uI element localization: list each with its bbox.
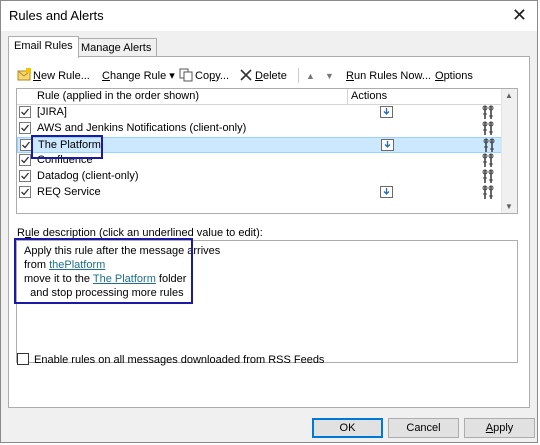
checkmark-icon xyxy=(21,156,30,164)
column-divider xyxy=(347,89,348,104)
close-icon[interactable]: ✕ xyxy=(512,4,527,26)
folder-link[interactable]: The Platform xyxy=(93,273,156,285)
rule-enabled-checkbox[interactable] xyxy=(19,154,31,166)
rule-tools-icon[interactable] xyxy=(482,138,496,153)
rss-checkbox-label: Enable rules on all messages downloaded … xyxy=(34,354,325,366)
copy-rule-button[interactable]: Copy... xyxy=(179,67,229,85)
rule-tools-icon[interactable] xyxy=(481,185,495,200)
rule-row[interactable]: Datadog (client-only) xyxy=(17,169,502,185)
description-line-trigger: Apply this rule after the message arrive… xyxy=(24,245,221,257)
new-rule-button[interactable]: New Rule... xyxy=(17,67,90,85)
new-rule-icon xyxy=(17,68,31,81)
description-line-stop: and stop processing more rules xyxy=(24,287,184,299)
description-line-action: move it to the The Platform folder xyxy=(24,273,187,285)
toolbar-separator xyxy=(298,68,299,83)
rule-enabled-checkbox[interactable] xyxy=(19,186,31,198)
tab-email-rules[interactable]: Email Rules xyxy=(8,36,79,58)
run-rules-now-button[interactable]: Run Rules Now... xyxy=(346,67,431,85)
move-to-folder-icon xyxy=(380,105,393,119)
rule-name: Confluence xyxy=(37,154,93,166)
move-down-icon[interactable]: ▼ xyxy=(325,67,334,85)
move-to-folder-icon xyxy=(380,185,393,199)
checkmark-icon xyxy=(21,124,30,132)
rule-row[interactable]: [JIRA] xyxy=(17,105,502,121)
checkmark-icon xyxy=(21,108,30,116)
rss-rules-option[interactable]: Enable rules on all messages downloaded … xyxy=(17,353,324,366)
rules-and-alerts-dialog: Rules and Alerts ✕ Email Rules Manage Al… xyxy=(0,0,538,443)
rule-tools-icon[interactable] xyxy=(481,121,495,136)
scroll-up-icon[interactable]: ▲ xyxy=(505,91,513,100)
rules-toolbar: New Rule... Change Rule ▾ Copy... Delete… xyxy=(17,65,522,85)
rule-row[interactable]: Confluence xyxy=(17,153,502,169)
rule-name: REQ Service xyxy=(37,186,101,198)
checkmark-icon xyxy=(21,172,30,180)
move-to-folder-icon xyxy=(381,138,394,152)
rule-enabled-checkbox[interactable] xyxy=(19,106,31,118)
rule-description-box: Apply this rule after the message arrive… xyxy=(16,240,518,363)
rule-enabled-checkbox[interactable] xyxy=(19,122,31,134)
rule-enabled-checkbox[interactable] xyxy=(19,170,31,182)
rule-name: [JIRA] xyxy=(37,106,67,118)
rule-name: The Platform xyxy=(38,139,101,151)
rule-name: AWS and Jenkins Notifications (client-on… xyxy=(37,122,247,134)
move-up-icon[interactable]: ▲ xyxy=(306,67,315,85)
ok-button[interactable]: OK xyxy=(312,418,383,438)
rss-checkbox[interactable] xyxy=(17,353,29,365)
rules-list-header: Rule (applied in the order shown) Action… xyxy=(17,89,502,105)
cancel-button[interactable]: Cancel xyxy=(388,418,459,438)
rules-list: Rule (applied in the order shown) Action… xyxy=(16,88,518,214)
column-header-rule[interactable]: Rule (applied in the order shown) xyxy=(37,90,199,103)
checkmark-icon xyxy=(22,141,31,149)
apply-button[interactable]: Apply xyxy=(464,418,535,438)
title-bar: Rules and Alerts ✕ xyxy=(1,1,537,31)
rule-row[interactable]: The Platform xyxy=(17,137,502,153)
scroll-down-icon[interactable]: ▼ xyxy=(505,202,513,211)
rule-tools-icon[interactable] xyxy=(481,153,495,168)
rule-row[interactable]: AWS and Jenkins Notifications (client-on… xyxy=(17,121,502,137)
vertical-scrollbar[interactable]: ▲ ▼ xyxy=(501,89,517,213)
description-line-condition: from thePlatform xyxy=(24,259,106,271)
sender-link[interactable]: thePlatform xyxy=(49,259,105,271)
delete-rule-button[interactable]: Delete xyxy=(239,67,287,85)
rule-tools-icon[interactable] xyxy=(481,105,495,120)
options-button[interactable]: Options xyxy=(435,67,473,85)
checkmark-icon xyxy=(21,188,30,196)
rule-enabled-checkbox[interactable] xyxy=(20,139,32,151)
rule-description-label: Rule description (click an underlined va… xyxy=(17,227,263,239)
column-header-actions[interactable]: Actions xyxy=(351,90,387,103)
change-rule-button[interactable]: Change Rule ▾ xyxy=(102,67,175,85)
tab-manage-alerts[interactable]: Manage Alerts xyxy=(75,38,158,57)
copy-icon xyxy=(179,68,193,82)
rule-name: Datadog (client-only) xyxy=(37,170,139,182)
rule-tools-icon[interactable] xyxy=(481,169,495,184)
rule-row[interactable]: REQ Service xyxy=(17,185,502,201)
email-rules-panel: New Rule... Change Rule ▾ Copy... Delete… xyxy=(8,56,530,408)
delete-x-icon xyxy=(240,69,252,81)
window-title: Rules and Alerts xyxy=(9,8,104,23)
chevron-down-icon: ▾ xyxy=(169,70,175,82)
